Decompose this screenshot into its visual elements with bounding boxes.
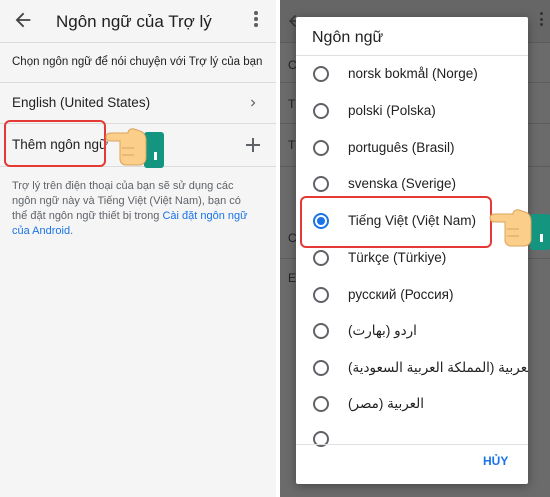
current-language-row[interactable]: English (United States): [0, 83, 276, 123]
dimmed-text: E: [288, 271, 297, 285]
back-arrow-icon[interactable]: [12, 9, 34, 31]
highlight-box: [4, 120, 106, 167]
radio-icon[interactable]: [313, 287, 329, 303]
language-option[interactable]: العربية (المملكة العربية السعودية): [296, 353, 528, 383]
dialog-title: Ngôn ngữ: [312, 29, 384, 46]
language-option-label: polski (Polska): [348, 103, 436, 118]
language-option-label: Türkçe (Türkiye): [348, 250, 447, 265]
language-option-label: norsk bokmål (Norge): [348, 66, 478, 81]
radio-icon[interactable]: [313, 323, 329, 339]
divider: [296, 444, 528, 445]
divider: [296, 55, 528, 56]
more-vert-icon[interactable]: [252, 11, 260, 31]
assistant-language-screen: Ngôn ngữ của Trợ lý Chọn ngôn ngữ để nói…: [0, 0, 276, 497]
language-option[interactable]: português (Brasil): [296, 133, 528, 163]
page-title: Ngôn ngữ của Trợ lý: [56, 12, 212, 31]
dimmed-text: T: [288, 97, 296, 111]
language-option-label: português (Brasil): [348, 140, 455, 155]
language-option[interactable]: اردو (بھارت): [296, 316, 528, 346]
language-option[interactable]: русский (Россия): [296, 280, 528, 310]
language-option[interactable]: polski (Polska): [296, 96, 528, 126]
radio-icon[interactable]: [313, 66, 329, 82]
app-bar: Ngôn ngữ của Trợ lý: [0, 0, 276, 43]
language-option-label: русский (Россия): [348, 287, 454, 302]
language-option[interactable]: العربية (مصر): [296, 389, 528, 419]
language-option-label: العربية (مصر): [348, 396, 425, 411]
language-option[interactable]: norsk bokmål (Norge): [296, 59, 528, 89]
language-option-label: العربية (المملكة العربية السعودية): [348, 360, 528, 375]
more-vert-icon: [538, 12, 544, 32]
pointing-hand-icon: [489, 209, 550, 250]
language-option[interactable]: svenska (Sverige): [296, 169, 528, 199]
plus-icon: [246, 138, 260, 152]
pointing-hand-icon: [105, 128, 164, 168]
language-option-label: svenska (Sverige): [348, 176, 457, 191]
language-option-label: اردو (بھارت): [348, 323, 417, 338]
language-description: Trợ lý trên điện thoại của bạn sẽ sử dụn…: [12, 180, 248, 237]
radio-icon[interactable]: [313, 176, 329, 192]
dimmed-text: T: [288, 138, 296, 152]
chevron-right-icon: [251, 99, 256, 107]
radio-icon[interactable]: [313, 396, 329, 412]
language-option-partial[interactable]: [296, 424, 528, 454]
highlight-box: [300, 196, 492, 248]
cancel-button[interactable]: HỦY: [483, 454, 508, 468]
radio-icon[interactable]: [313, 360, 329, 376]
radio-icon[interactable]: [313, 140, 329, 156]
radio-icon[interactable]: [313, 250, 329, 266]
radio-icon[interactable]: [313, 103, 329, 119]
current-language-label: English (United States): [12, 95, 151, 110]
section-subtitle: Chọn ngôn ngữ để nói chuyện với Trợ lý c…: [12, 56, 263, 68]
